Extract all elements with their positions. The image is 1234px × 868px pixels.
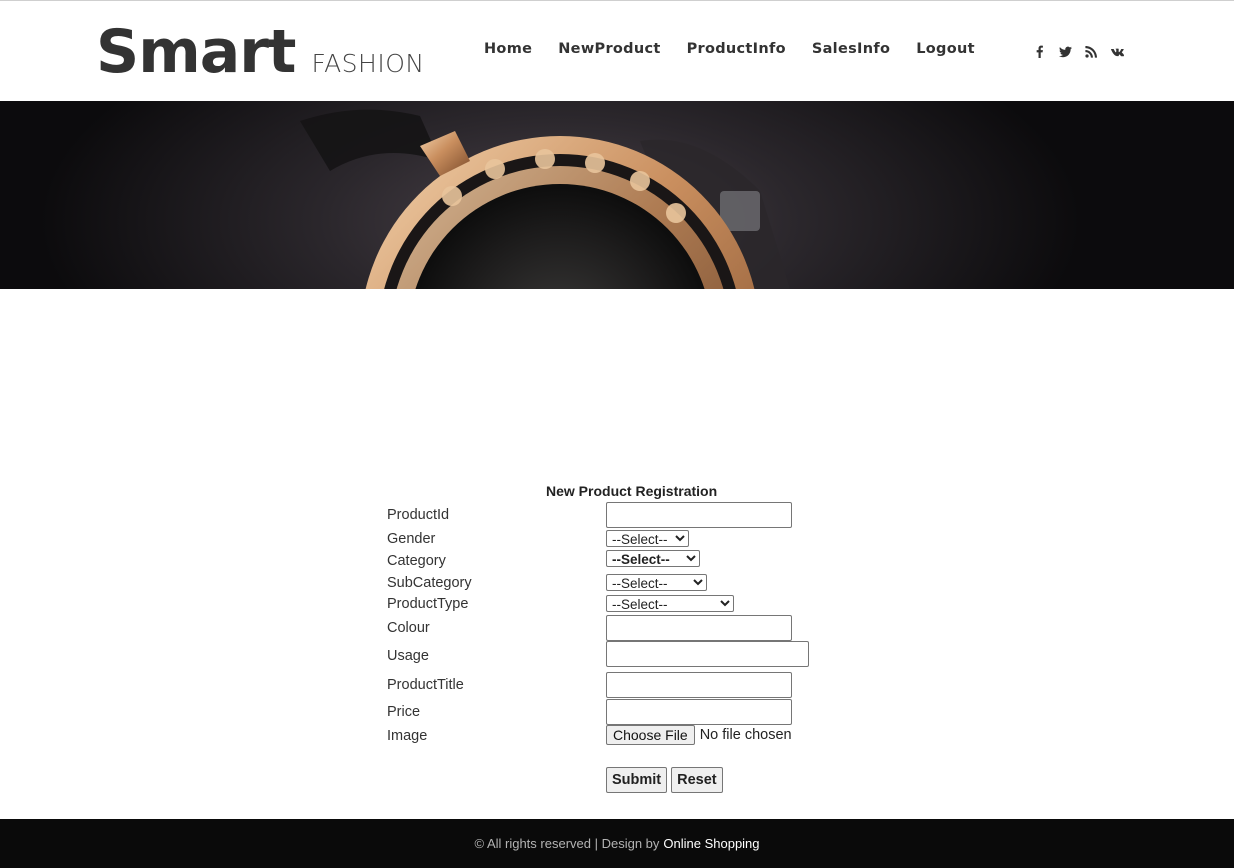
form-actions: Submit Reset	[606, 767, 727, 793]
watch-illustration	[300, 109, 790, 289]
file-status-text: No file chosen	[699, 727, 792, 743]
form-title: New Product Registration	[546, 483, 718, 499]
site-footer: © All rights reserved | Design by Online…	[0, 819, 1234, 868]
label-image: Image	[387, 728, 428, 744]
nav-sales-info[interactable]: SalesInfo	[812, 41, 890, 57]
watch-banner-image	[0, 101, 1234, 289]
twitter-icon[interactable]	[1052, 39, 1078, 63]
colour-input[interactable]	[606, 615, 792, 641]
gender-select[interactable]: --Select--	[606, 530, 689, 547]
facebook-icon[interactable]	[1026, 39, 1052, 63]
label-category: Category	[387, 553, 446, 569]
brand-name: Smart	[96, 17, 296, 87]
nav-product-info[interactable]: ProductInfo	[687, 41, 786, 57]
vk-icon[interactable]	[1104, 39, 1130, 63]
product-id-input[interactable]	[606, 502, 792, 528]
label-usage: Usage	[387, 648, 429, 664]
product-title-input[interactable]	[606, 672, 792, 698]
main-nav: Home NewProduct ProductInfo SalesInfo Lo…	[470, 41, 1001, 57]
product-type-select[interactable]: --Select--	[606, 595, 734, 612]
brand-tagline: FASHION	[311, 49, 425, 78]
nav-new-product[interactable]: NewProduct	[558, 41, 660, 57]
submit-button[interactable]: Submit	[606, 767, 668, 793]
label-product-title: ProductTitle	[387, 677, 464, 693]
nav-home[interactable]: Home	[484, 41, 532, 57]
reset-button[interactable]: Reset	[671, 767, 723, 793]
label-product-id: ProductId	[387, 507, 450, 523]
label-colour: Colour	[387, 620, 430, 636]
footer-design-link[interactable]: Online Shopping	[663, 836, 759, 851]
label-price: Price	[387, 704, 421, 720]
nav-logout[interactable]: Logout	[916, 41, 975, 57]
site-header: Smart FASHION Home NewProduct ProductInf…	[0, 1, 1234, 101]
label-product-type: ProductType	[387, 596, 469, 612]
category-select[interactable]: --Select--	[606, 550, 700, 567]
usage-input[interactable]	[606, 641, 809, 667]
label-subcategory: SubCategory	[387, 575, 472, 591]
footer-copyright: © All rights reserved | Design by	[474, 836, 660, 851]
image-file-picker: Choose File No file chosen	[606, 725, 792, 745]
choose-file-button[interactable]: Choose File	[606, 725, 695, 745]
social-links	[1026, 39, 1130, 63]
price-input[interactable]	[606, 699, 792, 725]
rss-icon[interactable]	[1078, 39, 1104, 63]
subcategory-select[interactable]: --Select--	[606, 574, 707, 591]
brand-logo[interactable]: Smart FASHION	[96, 17, 425, 87]
label-gender: Gender	[387, 531, 436, 547]
